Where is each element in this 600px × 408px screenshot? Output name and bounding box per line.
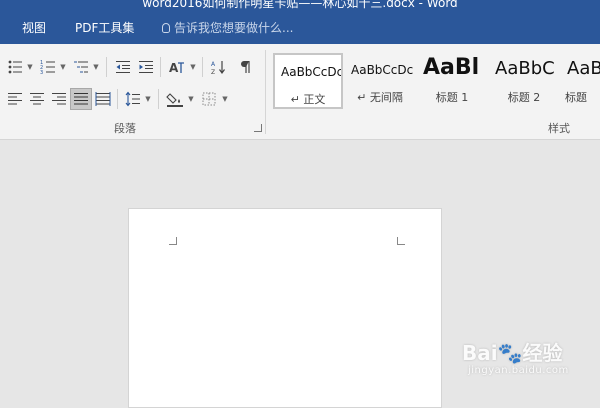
align-right-button[interactable] <box>48 88 70 110</box>
align-left-button[interactable] <box>4 88 26 110</box>
watermark-url: jingyan.baidu.com <box>468 365 569 376</box>
chevron-down-icon: ▼ <box>93 63 99 71</box>
borders-icon <box>202 92 216 106</box>
line-spacing-dropdown[interactable]: ▼ <box>144 88 152 110</box>
chevron-down-icon: ▼ <box>190 63 196 71</box>
justify-button[interactable] <box>70 88 92 110</box>
show-marks-icon <box>241 61 250 73</box>
styles-gallery: AaBbCcDc ↵ 正文 AaBbCcDc ↵ 无间隔 AaBl 标题 1 A… <box>270 53 600 113</box>
tab-view[interactable]: 视图 <box>22 12 46 44</box>
separator <box>158 89 159 109</box>
increase-indent-icon <box>139 61 153 73</box>
style-title[interactable]: AaB 标题 <box>561 53 600 109</box>
chevron-down-icon: ▼ <box>27 63 33 71</box>
separator <box>106 57 107 77</box>
borders-button[interactable] <box>198 88 220 110</box>
chinese-layout-button[interactable]: A <box>166 56 188 78</box>
ribbon-tab-bar: 视图 PDF工具集 告诉我您想要做什么... <box>0 12 600 44</box>
paragraph-group-label: 段落 <box>114 122 136 135</box>
watermark: Bai🐾经验 jingyan.baidu.com <box>462 335 594 383</box>
style-preview: AaBbC <box>495 58 555 79</box>
chinese-layout-icon: A <box>169 61 184 75</box>
svg-text:3: 3 <box>40 70 43 75</box>
style-name: 标题 <box>565 91 587 104</box>
window-title: word2016如何制作明星卡贴——林心如十三.docx - Word <box>142 0 458 10</box>
tab-pdf-tools[interactable]: PDF工具集 <box>75 12 134 44</box>
decrease-indent-icon <box>116 61 130 73</box>
numbering-button[interactable]: 123 <box>37 56 59 78</box>
align-left-icon <box>8 93 22 105</box>
chevron-down-icon: ▼ <box>222 95 228 103</box>
increase-indent-button[interactable] <box>135 56 157 78</box>
paragraph-dialog-launcher[interactable] <box>254 124 262 132</box>
shading-dropdown[interactable]: ▼ <box>187 88 195 110</box>
style-preview: AaBbCcDc <box>351 63 414 77</box>
margin-corner-mark <box>169 237 177 245</box>
borders-dropdown[interactable]: ▼ <box>221 88 229 110</box>
chevron-down-icon: ▼ <box>145 95 151 103</box>
style-name: ↵ 正文 <box>290 93 326 106</box>
style-preview: AaBbCcDc <box>281 65 343 79</box>
multilevel-list-icon <box>74 61 88 73</box>
align-center-button[interactable] <box>26 88 48 110</box>
svg-text:Z: Z <box>211 69 215 75</box>
chevron-down-icon: ▼ <box>188 95 194 103</box>
show-marks-button[interactable] <box>234 56 256 78</box>
watermark-brand: Bai🐾经验 <box>462 341 563 365</box>
svg-text:A: A <box>211 61 216 68</box>
style-name: ↵ 无间隔 <box>357 91 403 104</box>
shading-button[interactable] <box>164 88 186 110</box>
styles-group-label: 样式 <box>548 122 570 135</box>
document-page[interactable] <box>128 208 442 408</box>
separator <box>202 57 203 77</box>
sort-icon: AZ <box>211 61 225 75</box>
shading-icon <box>166 93 183 107</box>
style-heading-2[interactable]: AaBbC 标题 2 <box>489 53 559 109</box>
line-spacing-icon <box>125 91 140 107</box>
decrease-indent-button[interactable] <box>112 56 134 78</box>
margin-corner-mark <box>397 237 405 245</box>
tell-me-placeholder: 告诉我您想要做什么... <box>174 21 294 35</box>
align-right-icon <box>52 93 66 105</box>
justify-icon <box>74 93 88 105</box>
sort-button[interactable]: AZ <box>208 56 230 78</box>
bullets-icon <box>8 60 22 74</box>
style-name: 标题 2 <box>507 91 541 104</box>
separator <box>160 57 161 77</box>
style-heading-1[interactable]: AaBl 标题 1 <box>417 53 487 109</box>
align-center-icon <box>30 93 44 105</box>
line-spacing-button[interactable] <box>122 88 144 110</box>
bullets-dropdown[interactable]: ▼ <box>26 56 34 78</box>
numbering-dropdown[interactable]: ▼ <box>59 56 67 78</box>
multilevel-list-dropdown[interactable]: ▼ <box>92 56 100 78</box>
style-preview: AaBl <box>423 55 480 80</box>
distributed-icon <box>95 92 111 106</box>
style-name: 标题 1 <box>435 91 469 104</box>
style-normal[interactable]: AaBbCcDc ↵ 正文 <box>273 53 343 109</box>
bullets-button[interactable] <box>4 56 26 78</box>
style-no-spacing[interactable]: AaBbCcDc ↵ 无间隔 <box>345 53 415 109</box>
svg-text:A: A <box>169 61 179 75</box>
chinese-layout-dropdown[interactable]: ▼ <box>189 56 197 78</box>
numbering-icon: 123 <box>40 60 55 75</box>
separator <box>117 89 118 109</box>
group-separator <box>265 50 266 134</box>
chevron-down-icon: ▼ <box>60 63 66 71</box>
multilevel-list-button[interactable] <box>70 56 92 78</box>
style-preview: AaB <box>567 58 600 79</box>
distributed-button[interactable] <box>92 88 114 110</box>
ribbon: ▼ 123 ▼ ▼ A ▼ AZ ▼ ▼ ▼ 段落 AaBbCcDc ↵ 正文 … <box>0 44 600 140</box>
lightbulb-icon <box>162 23 170 33</box>
tell-me-box[interactable]: 告诉我您想要做什么... <box>162 12 293 44</box>
title-bar: word2016如何制作明星卡贴——林心如十三.docx - Word <box>0 0 600 12</box>
